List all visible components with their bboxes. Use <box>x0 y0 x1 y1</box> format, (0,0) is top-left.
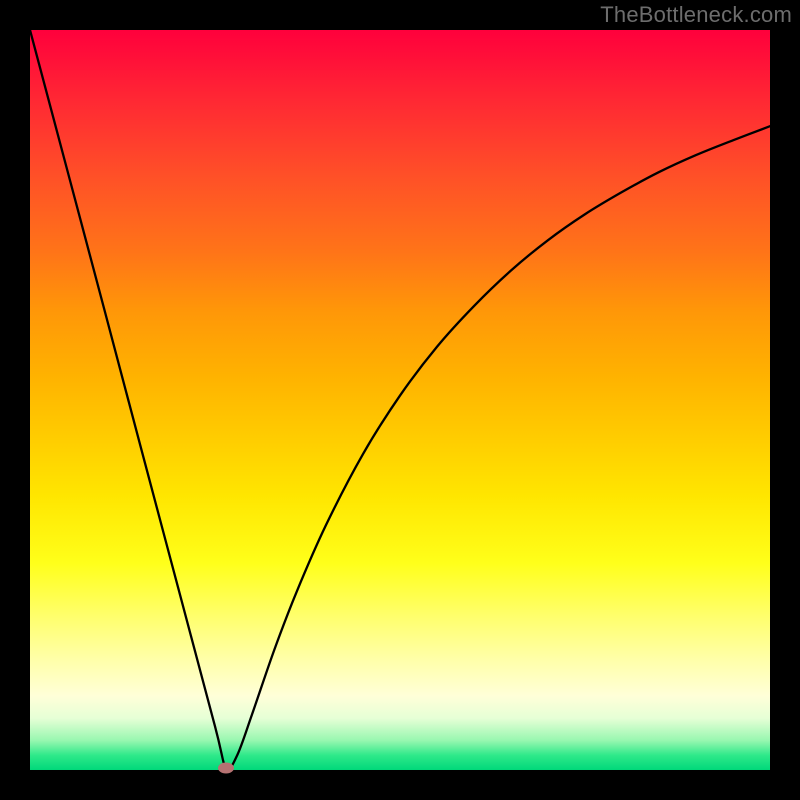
chart-frame: TheBottleneck.com <box>0 0 800 800</box>
watermark-label: TheBottleneck.com <box>600 2 792 28</box>
optimum-marker <box>218 762 234 773</box>
plot-area <box>30 30 770 770</box>
bottleneck-curve <box>30 30 770 770</box>
